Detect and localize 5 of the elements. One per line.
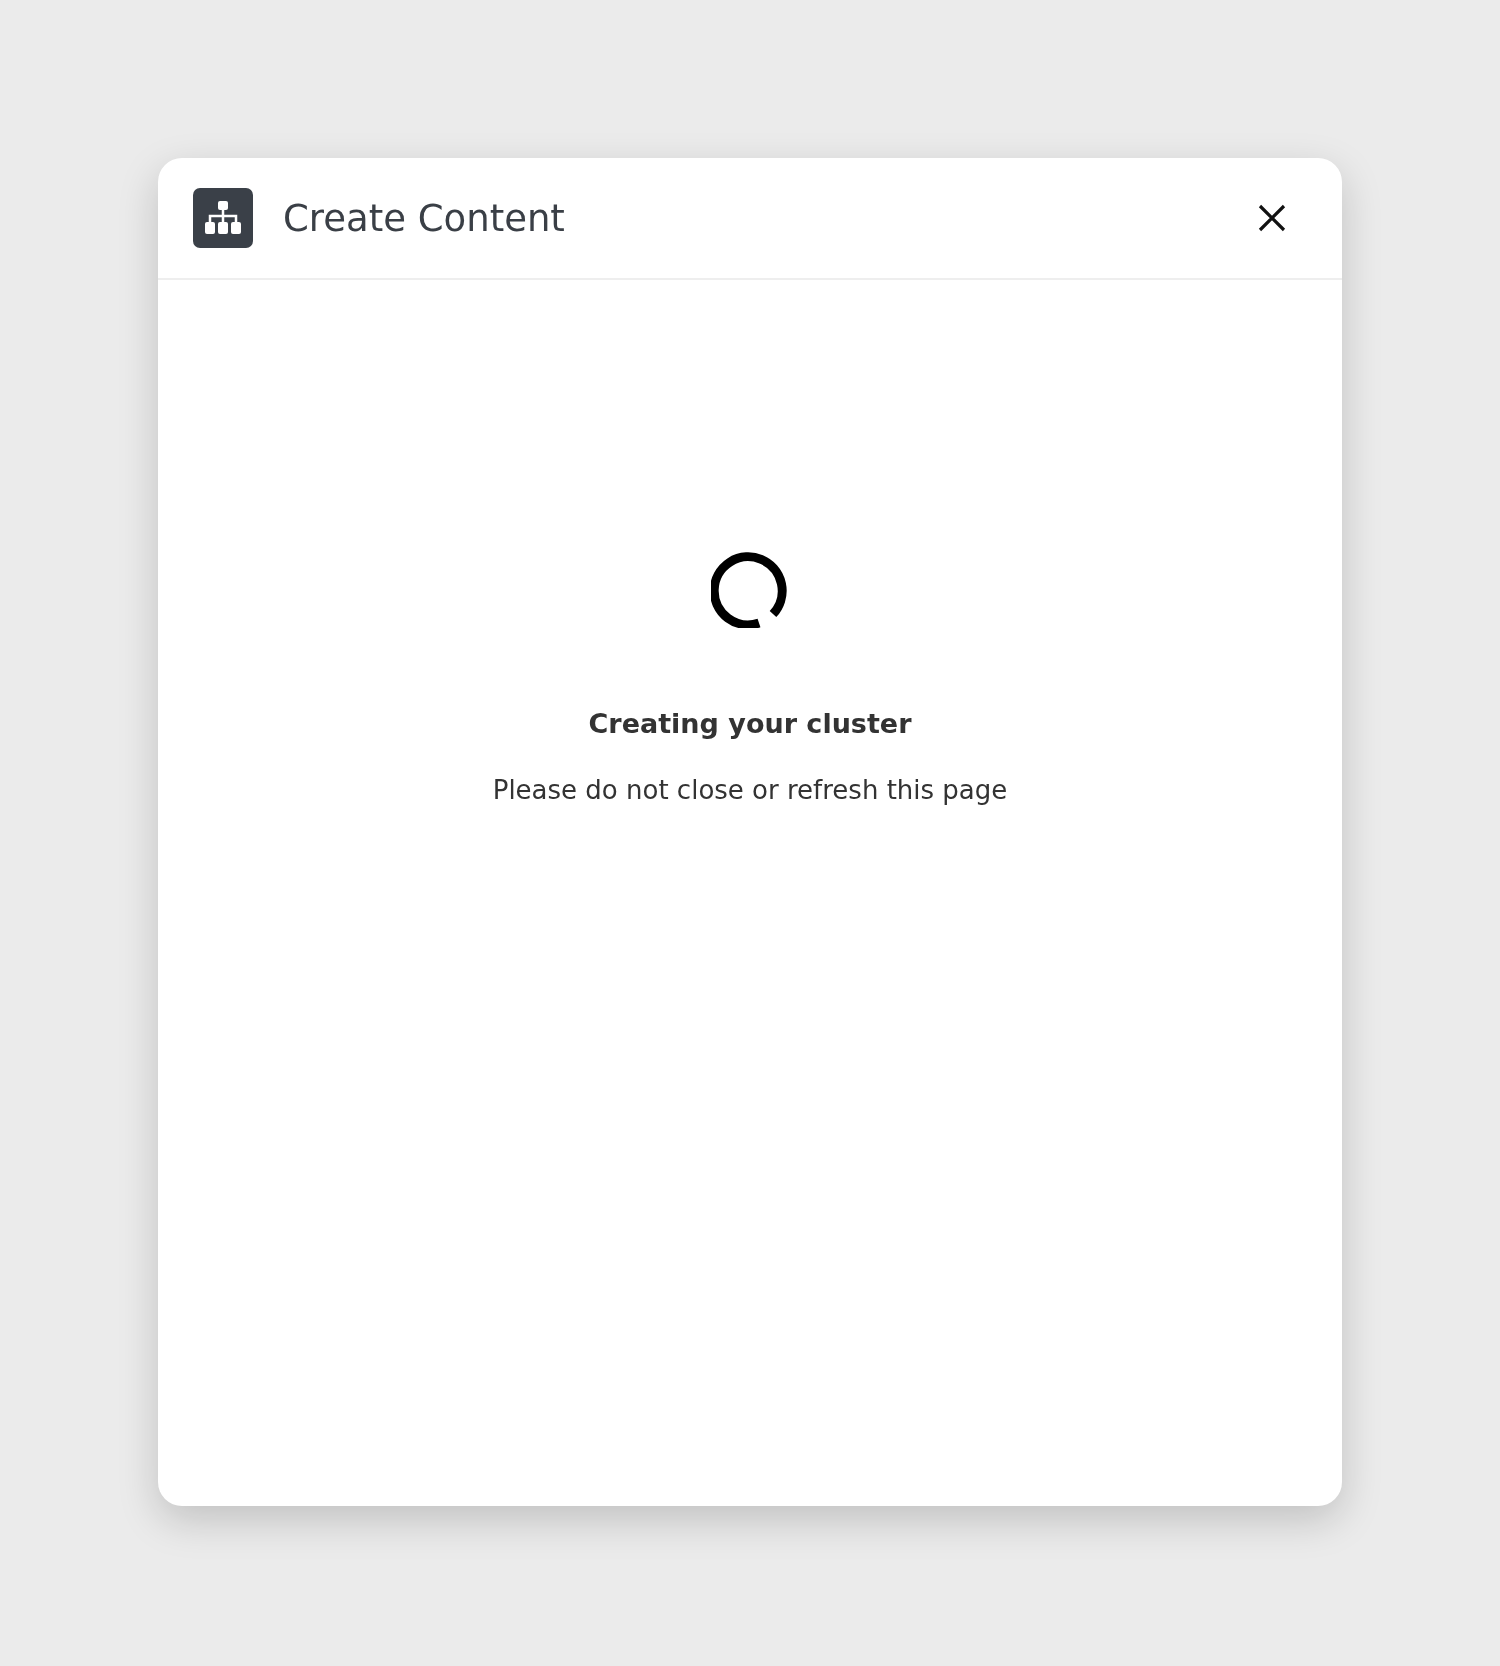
hierarchy-icon [193, 188, 253, 248]
spinner-icon [711, 550, 789, 628]
dialog-title: Create Content [283, 196, 566, 240]
status-heading: Creating your cluster [588, 708, 912, 739]
status-message: Please do not close or refresh this page [492, 775, 1008, 805]
